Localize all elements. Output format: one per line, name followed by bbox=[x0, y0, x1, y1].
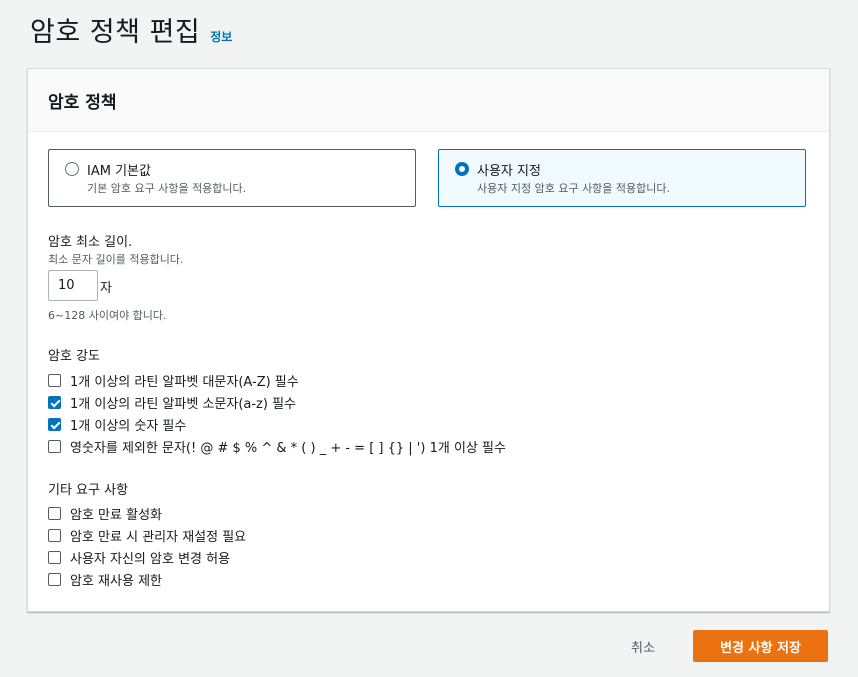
allow-change-checkbox[interactable] bbox=[48, 551, 61, 564]
number-label: 1개 이상의 숫자 필수 bbox=[70, 419, 187, 434]
option-iam-default-tile[interactable]: IAM 기본값 기본 암호 요구 사항을 적용합니다. bbox=[48, 149, 416, 207]
strength-label: 암호 강도 bbox=[48, 349, 100, 364]
info-link[interactable]: 정보 bbox=[210, 28, 232, 45]
admin-reset-checkbox[interactable] bbox=[48, 529, 61, 542]
lowercase-option[interactable]: 1개 이상의 라틴 알파벳 소문자(a-z) 필수 bbox=[48, 393, 296, 412]
symbol-label: 영숫자를 제외한 문자(! @ # $ % ^ & * ( ) _ + - = … bbox=[70, 441, 506, 456]
min-length-constraint: 6~128 사이여야 합니다. bbox=[48, 309, 167, 322]
number-option[interactable]: 1개 이상의 숫자 필수 bbox=[48, 415, 186, 434]
reuse-option[interactable]: 암호 재사용 제한 bbox=[48, 570, 162, 589]
page-header: 암호 정책 편집 정보 bbox=[30, 10, 232, 49]
iam-default-label: IAM 기본값 bbox=[87, 164, 151, 179]
save-changes-button[interactable]: 변경 사항 저장 bbox=[693, 630, 828, 662]
expiration-option[interactable]: 암호 만료 활성화 bbox=[48, 504, 162, 523]
option-custom-tile[interactable]: 사용자 지정 사용자 지정 암호 요구 사항을 적용합니다. bbox=[438, 149, 806, 207]
lowercase-checkbox[interactable] bbox=[48, 396, 61, 409]
symbol-option[interactable]: 영숫자를 제외한 문자(! @ # $ % ^ & * ( ) _ + - = … bbox=[48, 437, 506, 456]
custom-description: 사용자 지정 암호 요구 사항을 적용합니다. bbox=[477, 182, 671, 195]
custom-radio[interactable] bbox=[455, 162, 469, 176]
expiration-label: 암호 만료 활성화 bbox=[70, 508, 162, 523]
admin-reset-label: 암호 만료 시 관리자 재설정 필요 bbox=[70, 530, 247, 545]
other-requirements-label: 기타 요구 사항 bbox=[48, 483, 129, 498]
iam-default-description: 기본 암호 요구 사항을 적용합니다. bbox=[87, 182, 247, 195]
min-length-input[interactable] bbox=[48, 270, 98, 301]
uppercase-option[interactable]: 1개 이상의 라틴 알파벳 대문자(A-Z) 필수 bbox=[48, 371, 299, 390]
cancel-button[interactable]: 취소 bbox=[617, 630, 669, 662]
iam-default-radio[interactable] bbox=[65, 162, 79, 176]
symbol-checkbox[interactable] bbox=[48, 440, 61, 453]
min-length-label: 암호 최소 길이. bbox=[48, 235, 133, 250]
lowercase-label: 1개 이상의 라틴 알파벳 소문자(a-z) 필수 bbox=[70, 397, 296, 412]
min-length-unit: 자 bbox=[100, 281, 112, 296]
admin-reset-option[interactable]: 암호 만료 시 관리자 재설정 필요 bbox=[48, 526, 246, 545]
expiration-checkbox[interactable] bbox=[48, 507, 61, 520]
uppercase-label: 1개 이상의 라틴 알파벳 대문자(A-Z) 필수 bbox=[70, 375, 299, 390]
password-policy-panel: 암호 정책 IAM 기본값 기본 암호 요구 사항을 적용합니다. 사용자 지정… bbox=[27, 68, 830, 612]
custom-label: 사용자 지정 bbox=[477, 164, 541, 179]
number-checkbox[interactable] bbox=[48, 418, 61, 431]
reuse-label: 암호 재사용 제한 bbox=[70, 574, 162, 589]
min-length-description: 최소 문자 길이를 적용합니다. bbox=[48, 253, 184, 266]
panel-header: 암호 정책 bbox=[28, 69, 829, 132]
allow-change-option[interactable]: 사용자 자신의 암호 변경 허용 bbox=[48, 548, 230, 567]
panel-title: 암호 정책 bbox=[48, 92, 117, 113]
reuse-checkbox[interactable] bbox=[48, 573, 61, 586]
uppercase-checkbox[interactable] bbox=[48, 374, 61, 387]
page-title: 암호 정책 편집 bbox=[30, 17, 201, 48]
allow-change-label: 사용자 자신의 암호 변경 허용 bbox=[70, 552, 231, 567]
